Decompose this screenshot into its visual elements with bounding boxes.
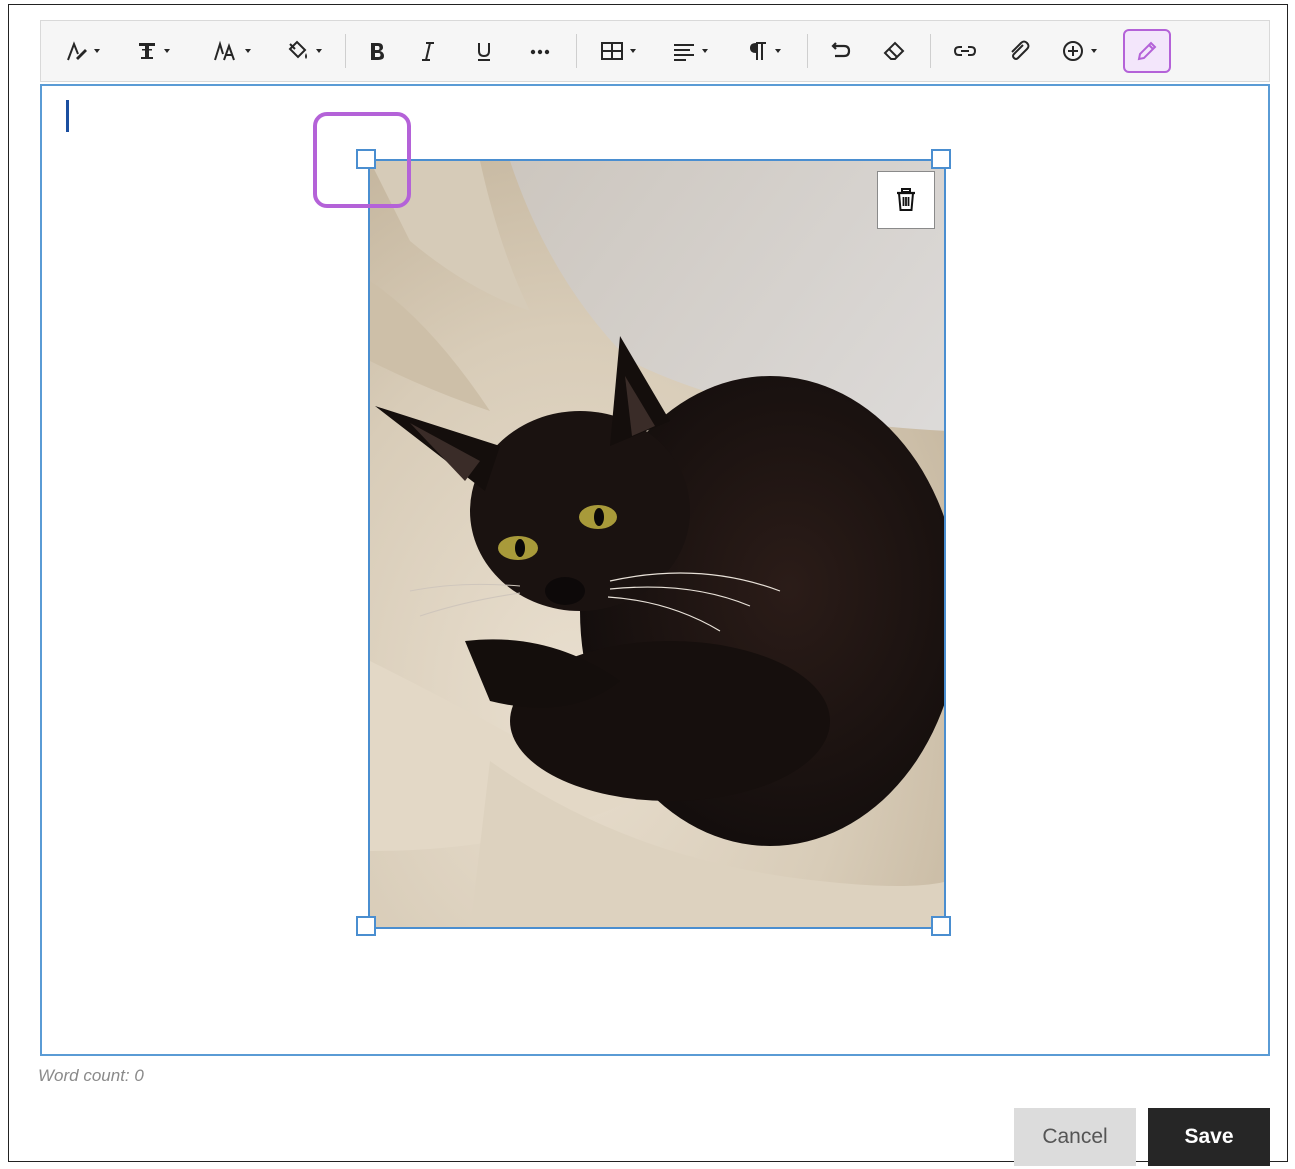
paint-bucket-icon bbox=[288, 40, 307, 59]
caret-icon bbox=[702, 49, 708, 53]
clear-formatting-button[interactable] bbox=[866, 29, 922, 73]
editor-content-area[interactable] bbox=[40, 84, 1270, 1056]
toolbar-divider bbox=[807, 34, 808, 68]
paperclip-icon bbox=[1011, 40, 1030, 60]
save-button[interactable]: Save bbox=[1148, 1108, 1270, 1166]
caret-icon bbox=[775, 49, 781, 53]
font-family-icon bbox=[139, 43, 155, 59]
more-button[interactable] bbox=[512, 29, 568, 73]
caret-icon bbox=[1091, 49, 1097, 53]
toolbar-divider bbox=[576, 34, 577, 68]
link-button[interactable] bbox=[939, 29, 991, 73]
toolbar-divider bbox=[345, 34, 346, 68]
text-cursor bbox=[66, 100, 69, 132]
handle-highlight bbox=[313, 112, 411, 208]
resize-handle-bottom-left[interactable] bbox=[356, 916, 376, 936]
italic-icon bbox=[422, 42, 434, 61]
italic-button[interactable] bbox=[400, 29, 456, 73]
edit-button[interactable] bbox=[1123, 29, 1171, 73]
cancel-button[interactable]: Cancel bbox=[1014, 1108, 1136, 1166]
bold-button[interactable] bbox=[354, 29, 400, 73]
font-size-icon bbox=[214, 40, 235, 61]
cat-photo bbox=[370, 161, 944, 927]
editor-toolbar bbox=[40, 20, 1270, 82]
undo-button[interactable] bbox=[816, 29, 866, 73]
caret-icon bbox=[94, 49, 100, 53]
text-style-icon bbox=[67, 41, 87, 61]
word-count: Word count: 0 bbox=[38, 1066, 144, 1085]
caret-icon bbox=[245, 49, 251, 53]
more-icon bbox=[530, 49, 550, 55]
caret-icon bbox=[164, 49, 170, 53]
paragraph-icon bbox=[750, 42, 766, 60]
link-icon bbox=[953, 46, 977, 56]
table-button[interactable] bbox=[585, 29, 651, 73]
attach-button[interactable] bbox=[991, 29, 1047, 73]
table-icon bbox=[601, 42, 623, 60]
trash-icon bbox=[897, 188, 915, 211]
caret-icon bbox=[316, 49, 322, 53]
resize-handle-top-right[interactable] bbox=[931, 149, 951, 169]
eraser-icon bbox=[883, 41, 905, 60]
delete-image-button[interactable] bbox=[877, 171, 935, 229]
resize-handle-bottom-right[interactable] bbox=[931, 916, 951, 936]
underline-button[interactable] bbox=[456, 29, 512, 73]
pencil-icon bbox=[1137, 41, 1157, 61]
cat-image[interactable] bbox=[368, 159, 946, 929]
align-icon bbox=[674, 44, 694, 61]
plus-circle-icon bbox=[1063, 41, 1083, 61]
font-size-button[interactable] bbox=[193, 29, 271, 73]
undo-icon bbox=[831, 42, 851, 58]
bold-icon bbox=[371, 43, 384, 60]
text-style-button[interactable] bbox=[53, 29, 113, 73]
underline-icon bbox=[478, 43, 490, 61]
insert-button[interactable] bbox=[1047, 29, 1111, 73]
paragraph-button[interactable] bbox=[729, 29, 799, 73]
caret-icon bbox=[630, 49, 636, 53]
toolbar-divider bbox=[930, 34, 931, 68]
text-color-button[interactable] bbox=[271, 29, 337, 73]
font-family-button[interactable] bbox=[113, 29, 193, 73]
align-button[interactable] bbox=[651, 29, 729, 73]
